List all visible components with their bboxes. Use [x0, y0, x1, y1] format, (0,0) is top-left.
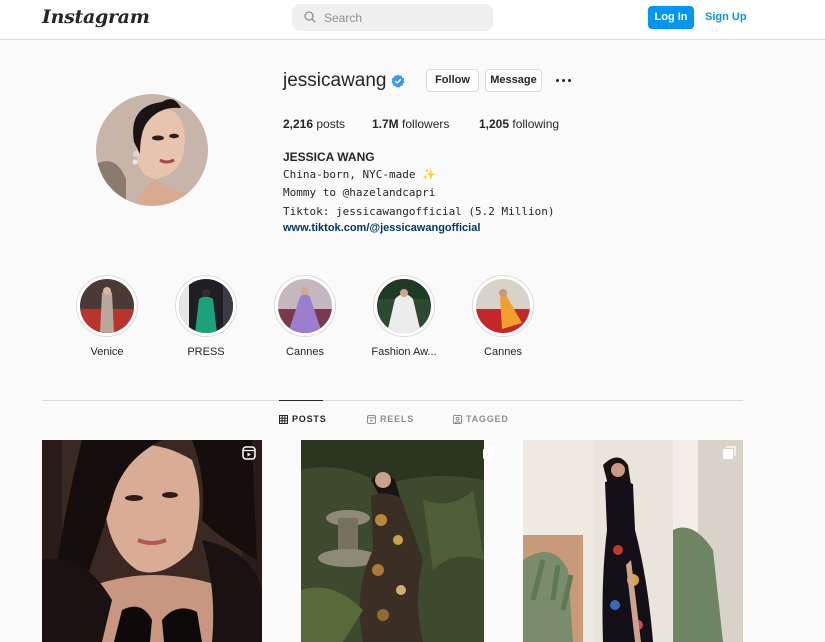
search-box[interactable]	[292, 4, 493, 31]
highlight-label: Fashion Aw...	[371, 346, 437, 358]
login-button[interactable]: Log In	[648, 6, 694, 29]
story-highlight[interactable]: Cannes	[260, 275, 350, 358]
verified-badge-icon	[391, 74, 405, 88]
signup-link[interactable]: Sign Up	[705, 11, 747, 23]
reels-icon	[242, 446, 256, 460]
highlight-cover	[377, 279, 431, 333]
profile-username: jessicawang	[283, 70, 387, 91]
highlight-label: Venice	[90, 346, 124, 358]
follow-button[interactable]: Follow	[426, 69, 479, 92]
tab-tagged[interactable]: TAGGED	[453, 414, 509, 424]
tab-label: REELS	[380, 414, 415, 424]
followers-count: 1.7M	[372, 117, 399, 131]
post-thumbnail[interactable]	[523, 440, 743, 642]
highlight-label: Cannes	[286, 346, 324, 358]
search-input[interactable]	[324, 4, 484, 31]
profile-full-name: JESSICA WANG	[283, 150, 375, 164]
bio-line: Mommy to @hazelandcapri	[283, 186, 436, 199]
tab-posts[interactable]: POSTS	[279, 414, 327, 424]
highlight-cover	[179, 279, 233, 333]
highlight-cover	[476, 279, 530, 333]
tab-label: TAGGED	[466, 414, 509, 424]
highlight-label: PRESS	[187, 346, 225, 358]
tagged-icon	[453, 415, 462, 424]
profile-avatar[interactable]	[96, 94, 208, 206]
grid-icon	[279, 415, 288, 424]
tabs-divider	[42, 400, 743, 401]
posts-count: 2,216	[283, 117, 314, 131]
highlight-label: Cannes	[484, 346, 522, 358]
story-highlight[interactable]: Cannes	[458, 275, 548, 358]
followers-stat[interactable]: 1.7M followers	[372, 117, 449, 131]
bio-line: China-born, NYC-made ✨	[283, 168, 436, 181]
carousel-icon	[723, 446, 736, 459]
post-thumbnail[interactable]	[283, 440, 503, 642]
highlight-cover	[80, 279, 134, 333]
highlight-cover	[278, 279, 332, 333]
following-label: following	[512, 117, 560, 131]
carousel-icon	[483, 446, 496, 459]
story-highlight[interactable]: Venice	[62, 275, 152, 358]
story-highlight[interactable]: PRESS	[161, 275, 251, 358]
posts-label: posts	[316, 117, 346, 131]
story-highlight[interactable]: Fashion Aw...	[359, 275, 449, 358]
bio-line: Tiktok: jessicawangofficial (5.2 Million…	[283, 205, 555, 218]
message-button[interactable]: Message	[485, 69, 542, 92]
posts-count-stat: 2,216 posts	[283, 117, 345, 131]
tab-reels[interactable]: REELS	[367, 414, 414, 424]
search-icon	[304, 11, 316, 23]
post-thumbnail[interactable]	[42, 440, 262, 642]
bio-link[interactable]: www.tiktok.com/@jessicawangofficial	[283, 222, 480, 234]
followers-label: followers	[402, 117, 450, 131]
tab-label: POSTS	[292, 414, 327, 424]
following-stat[interactable]: 1,205 following	[479, 117, 559, 131]
top-navigation-bar: Instagram Log In Sign Up	[0, 0, 825, 40]
reels-icon	[367, 415, 376, 424]
instagram-logo[interactable]: Instagram	[42, 6, 150, 28]
active-tab-indicator	[279, 400, 323, 401]
following-count: 1,205	[479, 117, 510, 131]
more-horizontal-icon[interactable]	[554, 73, 574, 87]
